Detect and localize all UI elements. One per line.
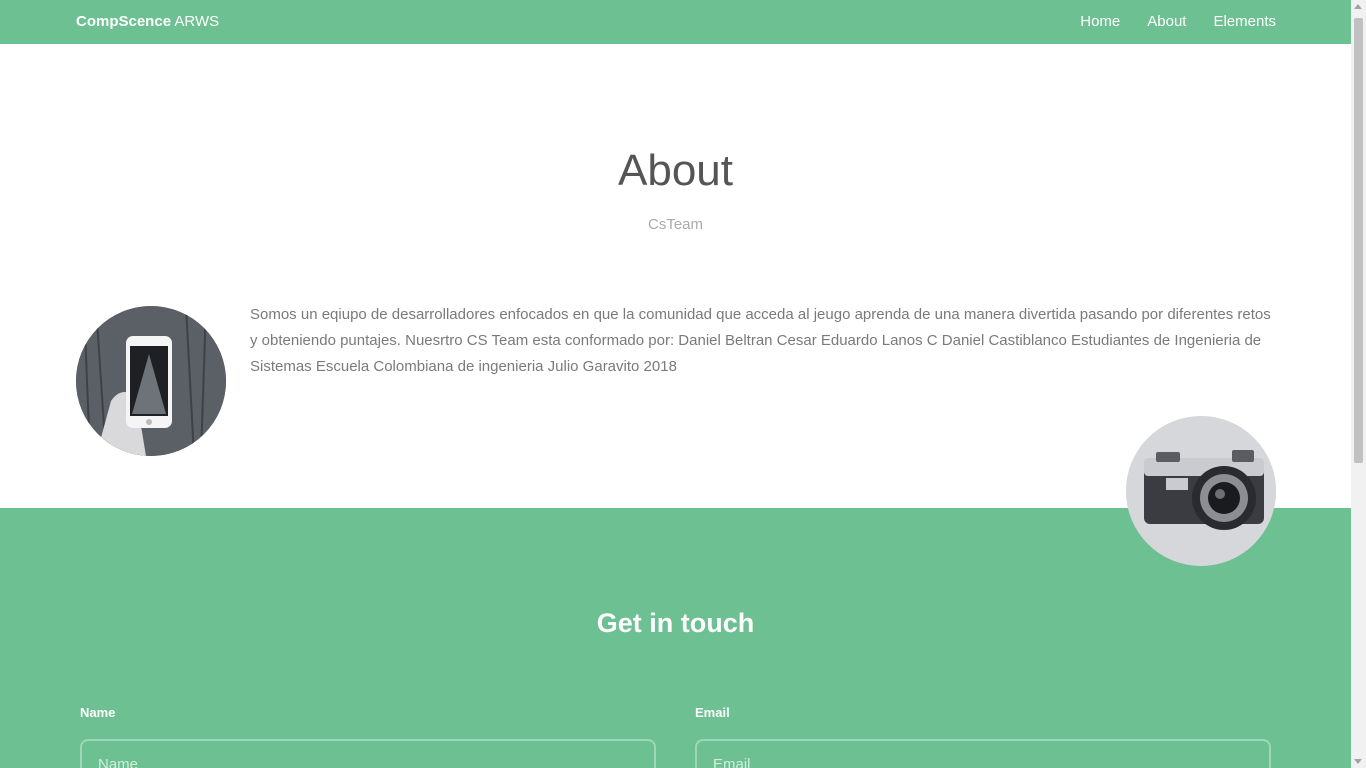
navbar: CompScence ARWS Home About Elements	[0, 0, 1351, 44]
camera-photo-icon	[1126, 416, 1276, 566]
scroll-thumb[interactable]	[1354, 18, 1363, 463]
scroll-up-arrow-icon[interactable]	[1354, 4, 1362, 9]
email-field[interactable]	[695, 739, 1271, 768]
about-description: Somos un eqiupo de desarrolladores enfoc…	[250, 306, 1271, 375]
nav-links: Home About Elements	[1080, 13, 1276, 30]
page-title: About	[618, 146, 733, 195]
page-scrollbar[interactable]	[1351, 0, 1366, 768]
brand-bold: CompScence	[76, 13, 172, 30]
contact-title: Get in touch	[596, 608, 755, 638]
phone-photo-icon	[76, 306, 226, 456]
contact-section: Get in touch Name Email	[0, 508, 1351, 768]
nav-about[interactable]: About	[1147, 13, 1186, 30]
scroll-down-arrow-icon[interactable]	[1354, 759, 1362, 764]
nav-home[interactable]: Home	[1080, 13, 1120, 30]
brand-rest: ARWS	[171, 13, 220, 30]
email-label: Email	[695, 705, 730, 720]
page-subtitle: CsTeam	[647, 216, 703, 233]
name-field[interactable]	[80, 739, 656, 768]
brand-logo[interactable]: CompScence ARWS	[76, 13, 219, 30]
nav-elements[interactable]: Elements	[1213, 13, 1276, 30]
name-label: Name	[80, 705, 116, 720]
